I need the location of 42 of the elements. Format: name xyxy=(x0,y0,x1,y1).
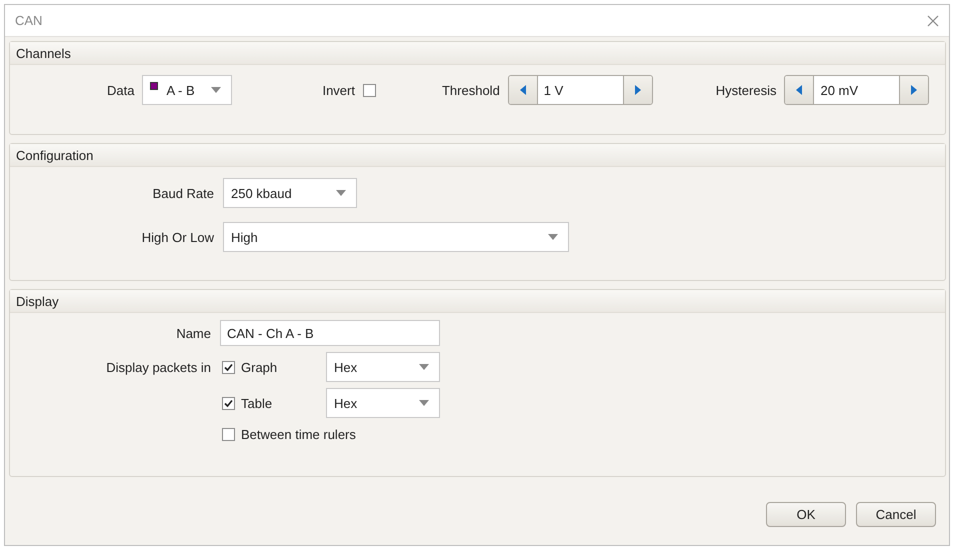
caret-icon xyxy=(419,400,429,406)
caret-icon xyxy=(211,87,222,93)
hysteresis-spinner[interactable]: 20 mV xyxy=(784,75,930,105)
option-checkbox[interactable]: Graph xyxy=(220,360,326,374)
data-dropdown[interactable]: A - B xyxy=(142,75,232,105)
increment-button[interactable] xyxy=(624,76,652,104)
decrement-button[interactable] xyxy=(785,76,814,104)
caret-icon xyxy=(419,364,429,370)
window-title: CAN xyxy=(15,13,42,28)
name-label: Name xyxy=(176,326,211,340)
right-triangle-icon xyxy=(634,85,641,95)
name-field[interactable]: CAN - Ch A - B xyxy=(220,320,440,346)
option-checkbox[interactable]: Between time rulers xyxy=(220,426,356,442)
display-packets-label: Display packets in xyxy=(106,360,211,374)
cancel-button[interactable]: Cancel xyxy=(856,502,936,526)
left-triangle-icon xyxy=(520,85,526,95)
right-triangle-icon xyxy=(911,85,918,95)
high-or-low-dropdown[interactable]: High xyxy=(223,222,569,252)
caret-icon xyxy=(336,190,346,196)
threshold-label: Threshold xyxy=(442,82,500,98)
close-icon[interactable] xyxy=(927,14,939,26)
check-icon xyxy=(223,398,234,408)
ok-button[interactable]: OK xyxy=(766,502,846,526)
left-triangle-icon xyxy=(796,85,802,95)
section-title: Channels xyxy=(16,46,71,60)
caret-icon xyxy=(548,234,558,240)
format-dropdown[interactable]: Hex xyxy=(326,352,440,382)
increment-button[interactable] xyxy=(900,76,928,104)
threshold-spinner[interactable]: 1 V xyxy=(508,75,653,105)
hysteresis-label: Hysteresis xyxy=(716,82,776,98)
invert-label: Invert xyxy=(322,82,355,98)
check-icon xyxy=(223,362,234,372)
high-or-low-label: High Or Low xyxy=(142,230,214,244)
data-label: Data xyxy=(107,82,134,98)
decrement-button[interactable] xyxy=(508,76,537,104)
baud-rate-dropdown[interactable]: 250 kbaud xyxy=(223,178,357,208)
format-dropdown[interactable]: Hex xyxy=(326,388,440,418)
option-checkbox[interactable]: Table xyxy=(220,396,326,410)
section-title: Configuration xyxy=(16,148,94,162)
invert-checkbox[interactable] xyxy=(362,84,376,96)
section-title: Display xyxy=(16,294,59,308)
baud-rate-label: Baud Rate xyxy=(152,186,214,200)
